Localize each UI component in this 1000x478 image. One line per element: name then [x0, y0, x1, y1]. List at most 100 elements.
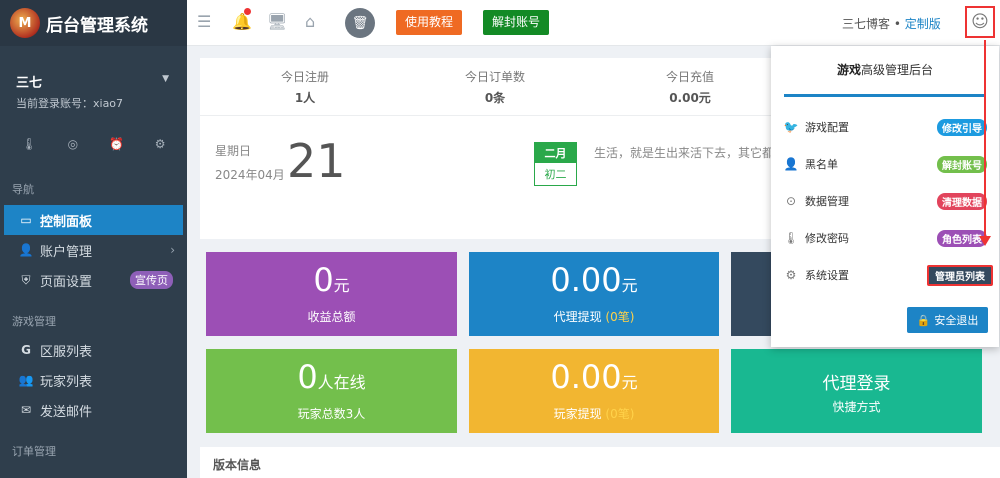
year-month: 2024年04月	[215, 168, 285, 182]
logout-label: 安全退出	[934, 314, 979, 327]
badge-unseal-account[interactable]: 解封账号	[937, 155, 987, 173]
nav-section-label: 导航	[12, 183, 34, 196]
twitter-icon: 🐦	[783, 120, 799, 134]
annotation-arrow-head	[979, 236, 991, 246]
lunar-date: 二月 初二	[534, 142, 577, 186]
brand-title: 后台管理系统	[46, 15, 148, 36]
motto-text: 生活，就是生出来活下去，其它都	[594, 146, 774, 160]
sidebar-item-accounts[interactable]: 👤 账户管理 ›	[0, 235, 187, 265]
caret-down-icon[interactable]: ▼	[162, 74, 169, 84]
tile-label: 快捷方式	[832, 400, 881, 414]
user-quick-icons: 🌡 ◎ ⏰ ⚙	[0, 111, 187, 151]
notification-dot	[244, 8, 251, 15]
dropdown-title-underline	[784, 94, 986, 97]
tile-label: 玩家总数3人	[297, 407, 366, 421]
thermometer-icon: 🌡	[783, 231, 799, 245]
badge-admin-list[interactable]: 管理员列表	[927, 264, 993, 286]
dropdown-item-game-config[interactable]: 🐦 游戏配置 修改引导	[771, 109, 999, 145]
thermometer-icon[interactable]: 🌡	[21, 137, 36, 151]
logout-button[interactable]: 🔒 安全退出	[907, 307, 988, 333]
weekday: 星期日	[215, 144, 252, 158]
brand-logo: M	[10, 8, 40, 38]
tutorial-button[interactable]: 使用教程	[396, 10, 463, 35]
monitor-icon: ▭	[20, 213, 32, 227]
badge-edit-guide[interactable]: 修改引导	[937, 118, 987, 136]
user-dropdown-menu: 游戏高级管理后台 🐦 游戏配置 修改引导 👤 黑名单 解封账号 ⊙ 数据管理 清…	[771, 46, 999, 347]
database-icon: ⊙	[785, 194, 797, 208]
trash-icon[interactable]: 🗑	[345, 8, 375, 38]
user-icon: 👤	[783, 157, 799, 171]
stat-label: 今日充值	[665, 70, 714, 84]
dropdown-item-change-password[interactable]: 🌡 修改密码 角色列表	[771, 220, 999, 256]
dropdown-item-label: 系统设置	[805, 269, 849, 282]
sidebar-item-label: 玩家列表	[40, 374, 93, 390]
badge-clear-data[interactable]: 清理数据	[937, 192, 987, 210]
stat-today-recharge: 今日充值 0.00元	[630, 68, 750, 106]
tile-title: 代理登录	[822, 374, 891, 394]
sidebar-item-label: 账户管理	[40, 244, 93, 260]
custom-edition-link[interactable]: 定制版	[905, 17, 941, 31]
sidebar-item-page-settings[interactable]: ⛨ 页面设置 宣传页	[0, 265, 187, 295]
promo-page-badge[interactable]: 宣传页	[130, 271, 173, 289]
stat-today-orders: 今日订单数 0条	[435, 68, 555, 106]
tile-label: 收益总额	[307, 310, 356, 324]
lunar-month: 二月	[535, 143, 576, 163]
stat-value: 0.00元	[669, 91, 711, 105]
dropdown-item-label: 黑名单	[805, 158, 838, 171]
tile-label: 玩家提现 (0笔)	[553, 407, 635, 421]
user-block[interactable]: 三七 当前登录账号：xiao7 ▼	[0, 46, 187, 111]
dropdown-item-label: 数据管理	[805, 195, 849, 208]
stat-today-registrations: 今日注册 1人	[245, 68, 365, 106]
unseal-account-button[interactable]: 解封账号	[483, 10, 550, 35]
dropdown-item-system-settings[interactable]: ⚙ 系统设置 管理员列表	[771, 257, 999, 293]
gear-icon[interactable]: ⚙	[155, 137, 166, 151]
user-menu-icon[interactable]: ☺	[965, 6, 995, 38]
dropdown-title: 游戏高级管理后台	[836, 63, 934, 77]
users-icon: 👥	[18, 373, 34, 387]
dropdown-item-label: 游戏配置	[805, 121, 849, 134]
annotation-arrow-line	[984, 40, 986, 240]
sidebar-item-players[interactable]: 👥 玩家列表	[0, 365, 187, 395]
day-number: 21	[287, 134, 346, 188]
brand[interactable]: M 后台管理系统	[0, 0, 187, 46]
tile-value: 0人在线	[297, 358, 366, 396]
home-icon[interactable]: ⌂	[305, 12, 315, 31]
tile-label: 代理提现 (0笔)	[553, 310, 635, 324]
stat-label: 今日注册	[280, 70, 329, 84]
sidebar-item-label: 发送邮件	[40, 404, 93, 420]
shield-icon: ⛨	[21, 272, 31, 287]
site-name: 三七博客 •	[842, 17, 901, 31]
stat-value: 1人	[294, 91, 316, 105]
order-section-label: 订单管理	[12, 445, 56, 458]
bell-icon[interactable]: 🔔	[232, 12, 252, 31]
sidebar-item-label: 页面设置	[40, 274, 93, 290]
lock-icon: 🔒	[916, 313, 931, 327]
tile-agent-login[interactable]: 代理登录 快捷方式	[731, 349, 982, 433]
site-info: 三七博客 • 定制版	[842, 15, 941, 32]
sidebar-item-mail[interactable]: ✉ 发送邮件	[0, 395, 187, 425]
tile-player-withdrawal[interactable]: 0.00元 玩家提现 (0笔)	[469, 349, 719, 433]
sidebar-item-label: 区服列表	[40, 344, 93, 360]
user-icon[interactable]: ◎	[68, 137, 78, 151]
tile-value: 0.00元	[550, 358, 638, 396]
google-icon: G	[21, 343, 31, 357]
stats-card: 今日注册 1人 今日订单数 0条 今日充值 0.00元 星期日 2024年04月…	[200, 58, 775, 239]
desktop-icon[interactable]: 🖥	[267, 12, 287, 31]
alarm-icon[interactable]: ⏰	[109, 137, 124, 151]
current-account: 当前登录账号：xiao7	[16, 97, 124, 110]
tile-agent-withdrawal[interactable]: 0.00元 代理提现 (0笔)	[469, 252, 719, 336]
mail-icon: ✉	[20, 403, 32, 417]
tile-online-players[interactable]: 0人在线 玩家总数3人	[206, 349, 457, 433]
dropdown-item-blacklist[interactable]: 👤 黑名单 解封账号	[771, 146, 999, 182]
tile-total-income[interactable]: 0元 收益总额	[206, 252, 457, 336]
tile-value: 0元	[313, 261, 350, 299]
sidebar: M 后台管理系统 三七 当前登录账号：xiao7 ▼ 🌡 ◎ ⏰ ⚙ 导航 ▭ …	[0, 0, 187, 478]
list-icon[interactable]: ☰	[197, 12, 211, 31]
dropdown-item-data-management[interactable]: ⊙ 数据管理 清理数据	[771, 183, 999, 219]
sidebar-item-servers[interactable]: G 区服列表	[0, 335, 187, 365]
sidebar-item-dashboard[interactable]: ▭ 控制面板	[4, 205, 183, 235]
sidebar-item-label: 控制面板	[40, 214, 93, 230]
lunar-day: 初二	[544, 168, 567, 181]
tile-hidden-dark[interactable]	[731, 252, 771, 336]
stat-value: 0条	[484, 91, 506, 105]
